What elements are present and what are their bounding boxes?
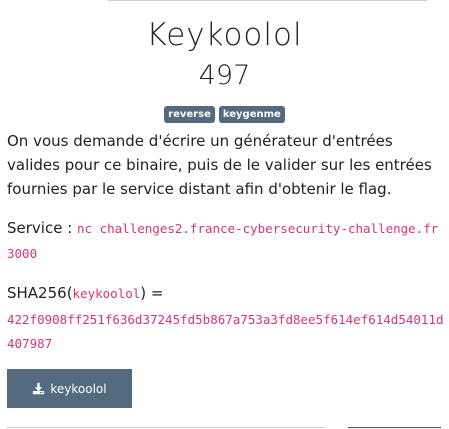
service-line: Service : nc challenges2.france-cybersec…: [7, 216, 439, 266]
challenge-points: 497: [198, 60, 251, 91]
download-button[interactable]: keykoolol: [7, 369, 132, 408]
sha256-line: SHA256(keykoolol) = 422f0908ff251f636d37…: [7, 281, 445, 356]
bottom-divider-right: [348, 427, 441, 428]
bottom-divider: [7, 427, 325, 428]
challenge-header: Keykoolol 497 reverse keygenme: [0, 14, 449, 124]
sha-suffix: ) =: [140, 284, 164, 302]
download-label: keykoolol: [50, 381, 107, 396]
challenge-title: Keykoolol: [146, 17, 303, 53]
service-label: Service :: [7, 219, 78, 237]
sha-filename: keykoolol: [72, 286, 141, 301]
sha-hash-value: 422f0908ff251f636d37245fd5b867a753a3fd8e…: [7, 312, 444, 351]
tag-list: reverse keygenme: [0, 106, 449, 124]
tag-keygenme[interactable]: keygenme: [218, 106, 285, 123]
sha-prefix: SHA256(: [7, 284, 73, 302]
tag-reverse[interactable]: reverse: [164, 106, 215, 123]
top-divider: [108, 0, 427, 1]
download-icon: [32, 382, 45, 395]
challenge-description: On vous demande d'écrire un générateur d…: [7, 132, 432, 198]
